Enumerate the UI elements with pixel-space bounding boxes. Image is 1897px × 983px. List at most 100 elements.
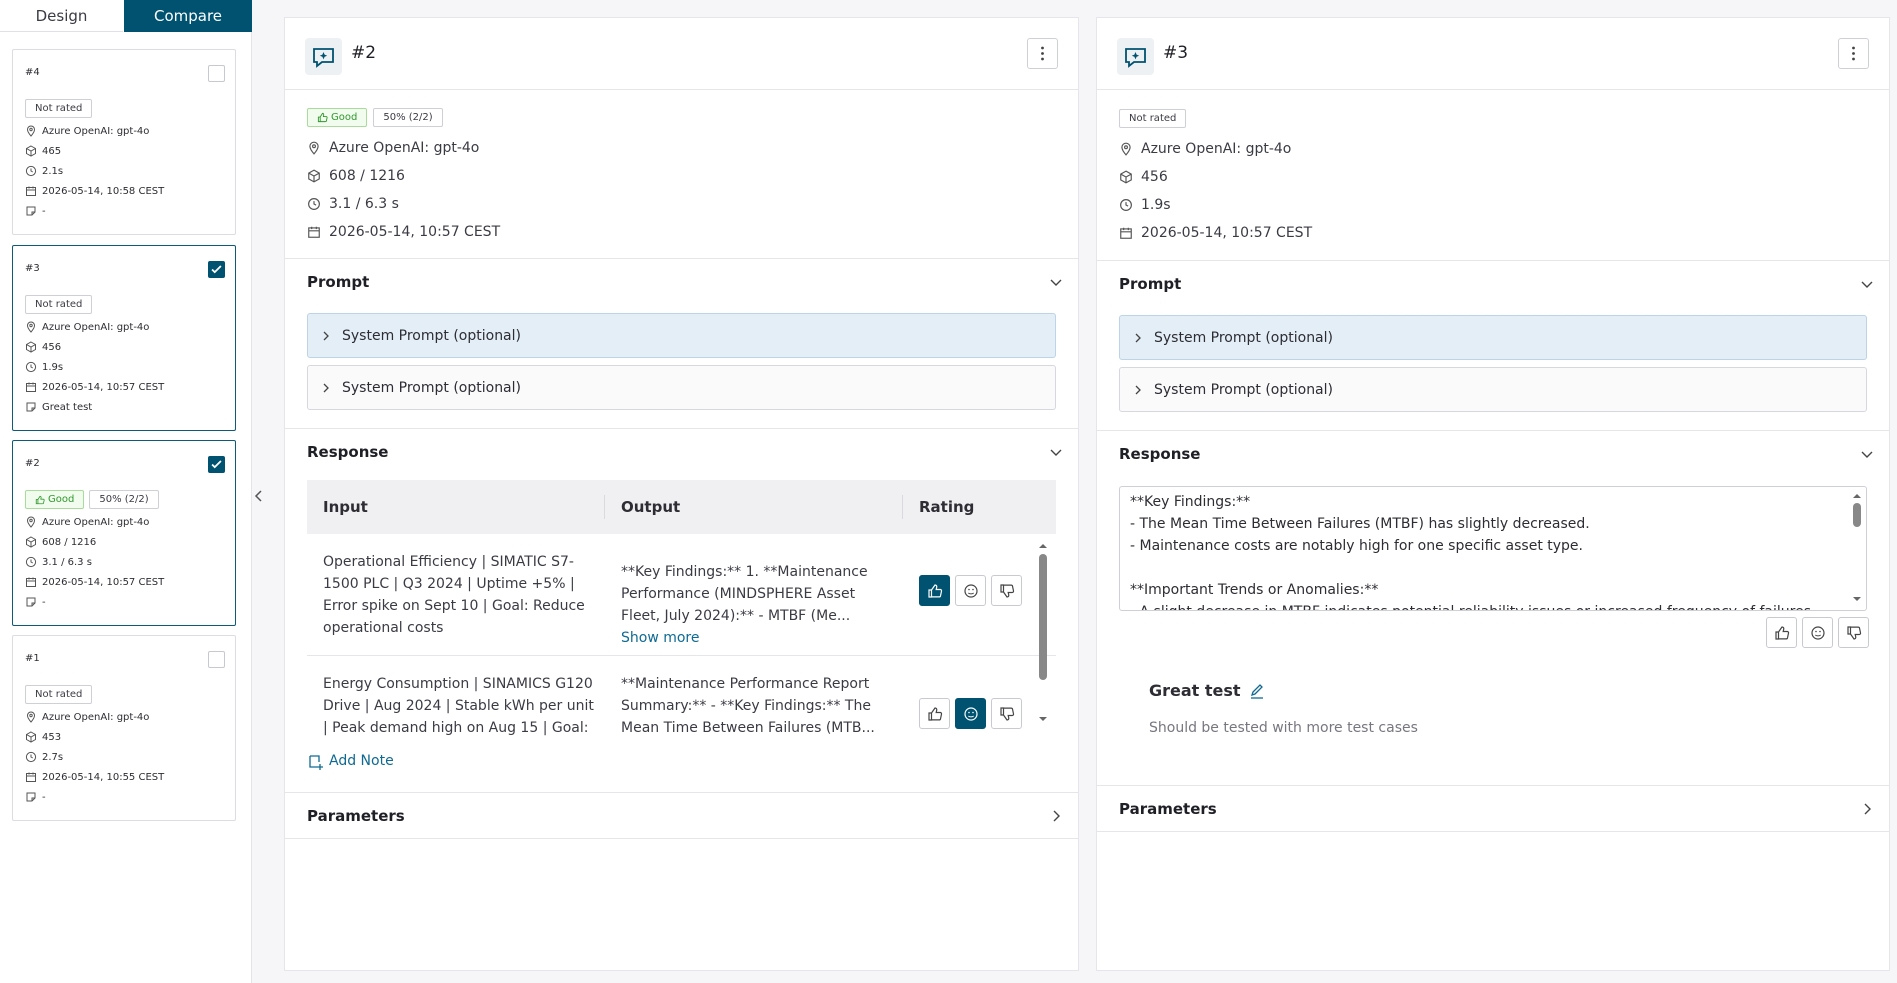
run-note: - bbox=[42, 791, 46, 803]
run-card-title: #3 bbox=[25, 263, 40, 274]
token-cube-icon bbox=[26, 536, 36, 548]
collapse-sidebar-icon[interactable] bbox=[252, 487, 266, 505]
run-checkbox[interactable] bbox=[208, 651, 225, 668]
system-prompt-accordion[interactable]: System Prompt (optional) bbox=[307, 313, 1056, 358]
table-row: Operational Efficiency | SIMATIC S7-1500… bbox=[307, 534, 1056, 656]
calendar-icon bbox=[308, 226, 320, 238]
run-card-3[interactable]: #3 Not rated Azure OpenAI: gpt-4o 456 1.… bbox=[12, 245, 236, 431]
token-cube-icon bbox=[26, 341, 36, 353]
parameters-label: Parameters bbox=[307, 807, 405, 825]
run-card-4[interactable]: #4 Not rated Azure OpenAI: gpt-4o 465 2.… bbox=[12, 49, 236, 235]
table-header: Input Output Rating bbox=[307, 480, 1056, 534]
add-note-icon bbox=[309, 755, 323, 770]
edit-pencil-icon[interactable] bbox=[1249, 683, 1265, 699]
thumbs-up-icon bbox=[1774, 625, 1789, 640]
chevron-down-icon[interactable] bbox=[1048, 274, 1064, 290]
thumbs-up-icon bbox=[927, 706, 942, 721]
clock-icon bbox=[1120, 199, 1132, 211]
run-time: 1.9s bbox=[42, 361, 64, 373]
thumbs-up-button[interactable] bbox=[919, 575, 950, 606]
tab-design[interactable]: Design bbox=[0, 0, 123, 32]
chevron-right-icon[interactable] bbox=[1859, 801, 1875, 817]
score-badge: 50% (2/2) bbox=[373, 108, 443, 127]
run-checkbox[interactable] bbox=[208, 456, 225, 473]
note-icon bbox=[26, 792, 36, 802]
neutral-face-icon bbox=[1810, 625, 1825, 640]
calendar-icon bbox=[26, 186, 36, 196]
response-label: Response bbox=[307, 443, 389, 461]
response-line: - A slight decrease in MTBF indicates po… bbox=[1130, 601, 1826, 610]
add-note-button[interactable]: Add Note bbox=[307, 752, 394, 770]
note-icon bbox=[26, 206, 36, 216]
prompt-label: Prompt bbox=[307, 273, 370, 291]
token-cube-icon bbox=[26, 145, 36, 157]
run-checkbox[interactable] bbox=[208, 65, 225, 82]
run-tokens: 608 / 1216 bbox=[42, 536, 97, 548]
thumbs-up-button[interactable] bbox=[919, 698, 950, 729]
score-badge: 50% (2/2) bbox=[89, 490, 159, 509]
calendar-icon bbox=[26, 382, 36, 392]
duration: 1.9s bbox=[1141, 197, 1171, 213]
system-prompt-accordion[interactable]: System Prompt (optional) bbox=[307, 365, 1056, 410]
token-cube-icon bbox=[1120, 170, 1132, 184]
chevron-right-icon[interactable] bbox=[1048, 808, 1064, 824]
show-more-link[interactable]: Show more bbox=[621, 630, 700, 646]
status-badge: Not rated bbox=[25, 685, 93, 704]
clock-icon bbox=[25, 751, 37, 763]
run-note: - bbox=[42, 205, 46, 217]
thumbs-down-button[interactable] bbox=[991, 575, 1022, 606]
token-cube-icon bbox=[308, 169, 320, 183]
run-sidebar: Design Compare #4 Not rated Azure OpenAI… bbox=[0, 0, 252, 983]
run-metadata: Not rated Azure OpenAI: gpt-4o 456 1.9s … bbox=[1119, 109, 1312, 247]
tab-compare[interactable]: Compare bbox=[124, 0, 252, 32]
response-scrollbar[interactable] bbox=[1850, 491, 1864, 606]
neutral-button[interactable] bbox=[1802, 617, 1833, 648]
table-scrollbar[interactable] bbox=[1035, 540, 1051, 750]
chevron-down-icon[interactable] bbox=[1859, 446, 1875, 462]
row-output: **Maintenance Performance Report Summary… bbox=[621, 676, 875, 736]
note-icon bbox=[26, 597, 36, 607]
parameters-section[interactable]: Parameters bbox=[1097, 785, 1889, 832]
neutral-button[interactable] bbox=[955, 698, 986, 729]
row-input: Energy Consumption | SINAMICS G120 Drive… bbox=[323, 676, 594, 736]
run-card-title: #2 bbox=[25, 458, 40, 469]
panel-title: #2 bbox=[351, 43, 377, 63]
run-date: 2026-05-14, 10:57 CEST bbox=[1141, 225, 1313, 241]
token-count: 456 bbox=[1141, 169, 1168, 185]
model-name: Azure OpenAI: gpt-4o bbox=[329, 140, 480, 156]
run-time: 3.1 / 6.3 s bbox=[42, 556, 92, 568]
chevron-down-icon[interactable] bbox=[1048, 444, 1064, 460]
location-pin-icon bbox=[26, 711, 36, 723]
run-date: 2026-05-14, 10:58 CEST bbox=[42, 185, 165, 197]
status-badge: Not rated bbox=[25, 99, 93, 118]
more-options-button[interactable] bbox=[1027, 38, 1058, 69]
run-tokens: 465 bbox=[42, 145, 62, 157]
run-card-2[interactable]: #2 Good 50% (2/2) Azure OpenAI: gpt-4o 6… bbox=[12, 440, 236, 626]
column-output: Output bbox=[621, 498, 681, 516]
thumbs-up-button[interactable] bbox=[1766, 617, 1797, 648]
neutral-button[interactable] bbox=[955, 575, 986, 606]
run-model: Azure OpenAI: gpt-4o bbox=[42, 516, 150, 528]
chevron-down-icon[interactable] bbox=[1859, 276, 1875, 292]
thumbs-down-button[interactable] bbox=[1838, 617, 1869, 648]
run-note: - bbox=[42, 596, 46, 608]
panel-header: #2 bbox=[285, 18, 1078, 90]
token-cube-icon bbox=[26, 731, 36, 743]
thumbs-down-button[interactable] bbox=[991, 698, 1022, 729]
run-card-1[interactable]: #1 Not rated Azure OpenAI: gpt-4o 453 2.… bbox=[12, 635, 236, 821]
location-pin-icon bbox=[26, 125, 36, 137]
run-checkbox[interactable] bbox=[208, 261, 225, 278]
system-prompt-accordion[interactable]: System Prompt (optional) bbox=[1119, 367, 1867, 412]
more-options-button[interactable] bbox=[1838, 38, 1869, 69]
ai-chat-icon bbox=[1117, 38, 1154, 75]
system-prompt-accordion[interactable]: System Prompt (optional) bbox=[1119, 315, 1867, 360]
response-line: - Maintenance costs are notably high for… bbox=[1130, 538, 1583, 554]
note-title: Great test bbox=[1149, 681, 1241, 700]
response-text[interactable]: **Key Findings:** - The Mean Time Betwee… bbox=[1119, 486, 1867, 611]
prompt-label: Prompt bbox=[1119, 275, 1182, 293]
parameters-section[interactable]: Parameters bbox=[285, 792, 1078, 839]
location-pin-icon bbox=[26, 321, 36, 333]
thumbs-down-icon bbox=[999, 706, 1014, 721]
panel-header: #3 bbox=[1097, 18, 1889, 90]
note-header: Great test bbox=[1149, 681, 1265, 700]
